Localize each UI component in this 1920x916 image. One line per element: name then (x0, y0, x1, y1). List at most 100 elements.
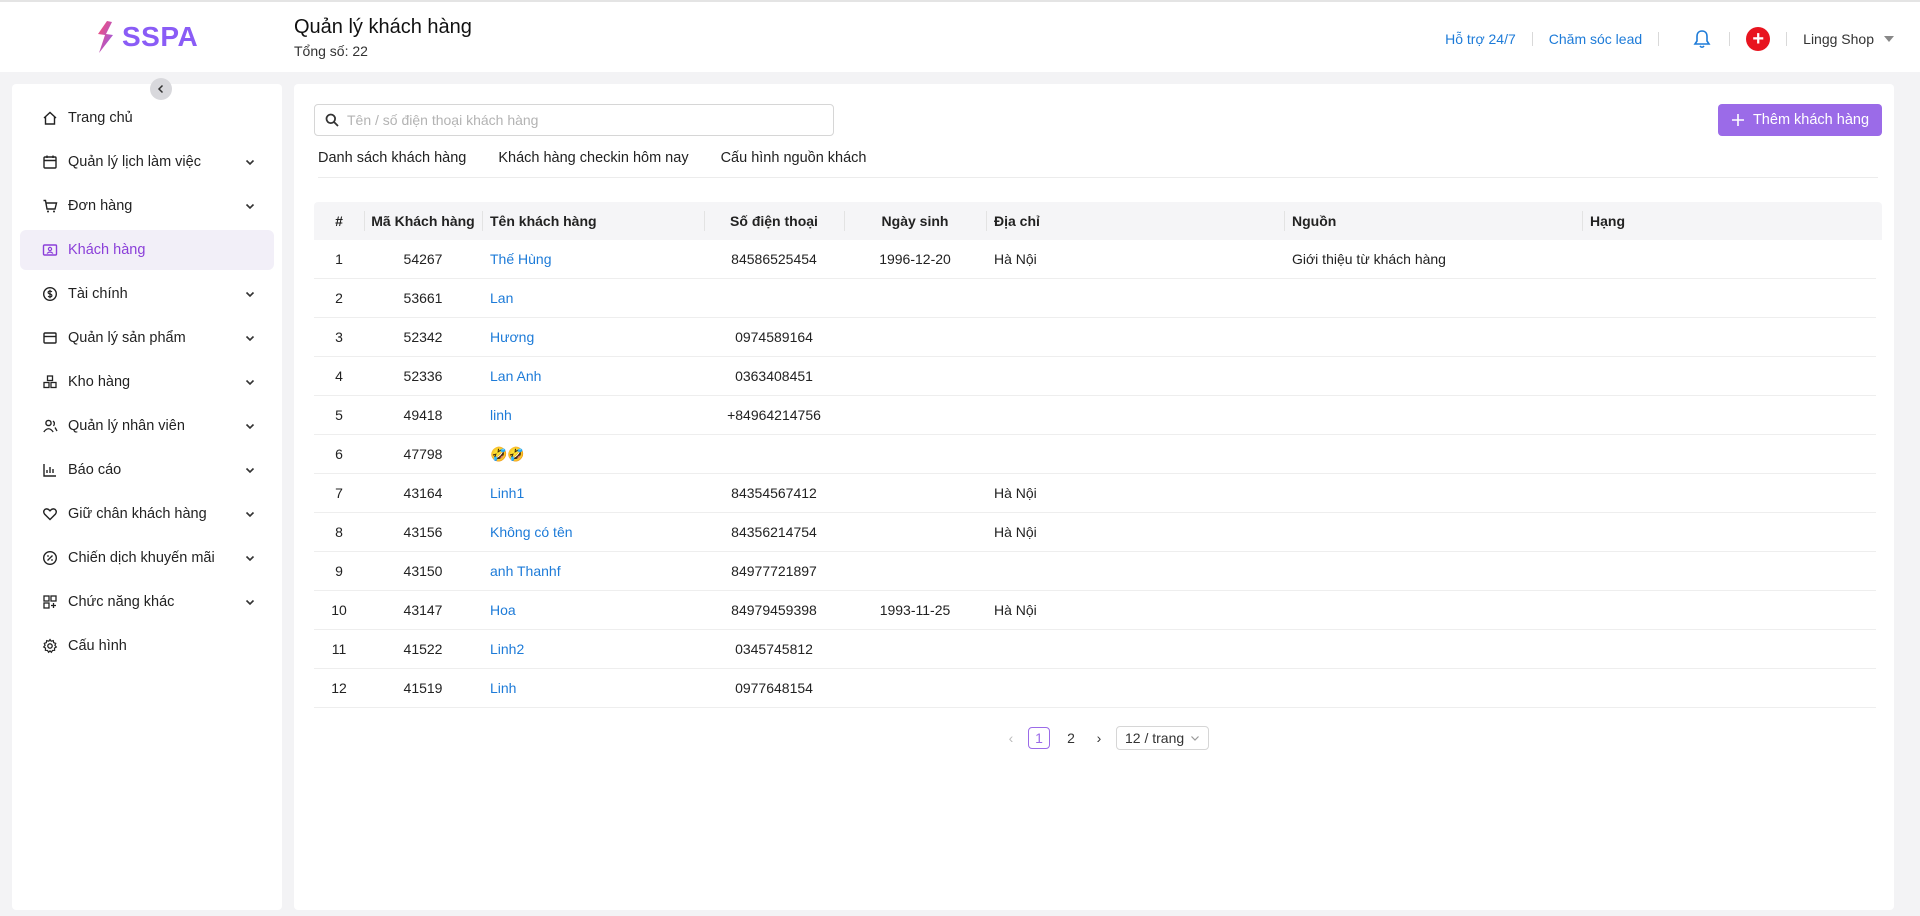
customer-name-link[interactable]: anh Thanhf (490, 563, 561, 579)
table-row[interactable]: 4 52336 Lan Anh 0363408451 (314, 357, 1876, 396)
customer-name-link[interactable]: Linh2 (490, 641, 524, 657)
next-page-icon[interactable]: › (1092, 730, 1106, 746)
page-1-button[interactable]: 1 (1028, 727, 1050, 749)
table-row[interactable]: 6 47798 🤣🤣 (314, 435, 1876, 474)
tab-checkin-today[interactable]: Khách hàng checkin hôm nay (498, 150, 688, 178)
tab-label: Khách hàng checkin hôm nay (498, 150, 689, 166)
cell-code: 52336 (403, 368, 443, 384)
sidebar-item-5[interactable]: Quản lý sản phẩm (20, 318, 274, 358)
sidebar-item-3[interactable]: Khách hàng (20, 230, 274, 270)
table-row[interactable]: 12 41519 Linh 0977648154 (314, 669, 1876, 708)
total-count: Tổng số: 22 (294, 43, 368, 59)
sidebar-item-label: Quản lý sản phẩm (68, 330, 186, 346)
brand-logo[interactable]: SSPA (94, 20, 198, 54)
top-header: SSPA Quản lý khách hàng Tổng số: 22 Hỗ t… (0, 0, 1920, 72)
cell-phone: 84586525454 (731, 251, 817, 267)
cell-code: 53661 (403, 290, 443, 306)
chevron-down-icon[interactable] (244, 332, 256, 344)
table-row[interactable]: 7 43164 Linh1 84354567412 Hà Nội (314, 474, 1876, 513)
chevron-down-icon[interactable] (244, 156, 256, 168)
heart-icon (43, 508, 57, 521)
prev-page-icon[interactable]: ‹ (1004, 730, 1018, 746)
chevron-down-icon[interactable] (244, 420, 256, 432)
shop-selector[interactable]: Lingg Shop (1803, 31, 1894, 47)
customer-name-link[interactable]: Lan Anh (490, 368, 541, 384)
sidebar-item-4[interactable]: Tài chính (20, 274, 274, 314)
chevron-down-icon[interactable] (244, 596, 256, 608)
tab-bar: Danh sách khách hàng Khách hàng checkin … (318, 150, 1878, 178)
col-address: Địa chỉ (986, 211, 1284, 231)
sidebar-item-6[interactable]: Kho hàng (20, 362, 274, 402)
customer-name-link[interactable]: Không có tên (490, 524, 573, 540)
cell-phone: 0363408451 (735, 368, 813, 384)
table-row[interactable]: 2 53661 Lan (314, 279, 1876, 318)
table-row[interactable]: 8 43156 Không có tên 84356214754 Hà Nội (314, 513, 1876, 552)
table-row[interactable]: 9 43150 anh Thanhf 84977721897 (314, 552, 1876, 591)
table-row[interactable]: 10 43147 Hoa 84979459398 1993-11-25 Hà Nội (314, 591, 1876, 630)
sidebar-item-label: Quản lý nhân viên (68, 418, 185, 434)
warehouse-icon (43, 375, 57, 389)
cell-name: Không có tên (482, 524, 704, 540)
cell-index: 1 (335, 251, 343, 267)
divider (1729, 32, 1731, 46)
table-row[interactable]: 11 41522 Linh2 0345745812 (314, 630, 1876, 669)
cell-index: 7 (335, 485, 343, 501)
page-2-button[interactable]: 2 (1060, 727, 1082, 749)
customer-name-link[interactable]: Linh (490, 680, 516, 696)
sidebar-item-1[interactable]: Quản lý lịch làm việc (20, 142, 274, 182)
sidebar-item-2[interactable]: Đơn hàng (20, 186, 274, 226)
sidebar-item-7[interactable]: Quản lý nhân viên (20, 406, 274, 446)
cell-name: Lan Anh (482, 368, 704, 384)
cell-code: 41522 (403, 641, 443, 657)
chevron-down-icon[interactable] (244, 464, 256, 476)
caret-down-icon (1884, 36, 1894, 42)
customer-name-link[interactable]: Thế Hùng (490, 251, 551, 267)
cell-birthday: 1993-11-25 (879, 602, 951, 618)
page-size-value: 12 / trang (1125, 730, 1185, 746)
customer-name-link[interactable]: Linh1 (490, 485, 524, 501)
search-box[interactable] (314, 104, 834, 136)
customer-name-link[interactable]: linh (490, 407, 512, 423)
table-row[interactable]: 1 54267 Thế Hùng 84586525454 1996-12-20 Hà Nộ… (314, 240, 1876, 279)
chevron-down-icon[interactable] (244, 288, 256, 300)
customer-name-link[interactable]: Hương (490, 329, 534, 345)
chevron-down-icon[interactable] (244, 552, 256, 564)
table-row[interactable]: 3 52342 Hương 0974589164 (314, 318, 1876, 357)
bell-icon[interactable] (1693, 29, 1711, 49)
cell-name: Hương (482, 329, 704, 345)
sidebar-item-12[interactable]: Cấu hình (20, 626, 274, 666)
sidebar-item-label: Cấu hình (68, 638, 127, 654)
cell-birthday: 1996-12-20 (879, 251, 951, 267)
cell-index: 8 (335, 524, 343, 540)
tab-source-config[interactable]: Cấu hình nguồn khách (721, 150, 867, 178)
search-input[interactable] (347, 112, 827, 128)
sidebar-item-10[interactable]: Chiến dịch khuyến mãi (20, 538, 274, 578)
tab-customer-list[interactable]: Danh sách khách hàng (318, 150, 466, 178)
sidebar-item-11[interactable]: Chức năng khác (20, 582, 274, 622)
table-row[interactable]: 5 49418 linh +84964214756 (314, 396, 1876, 435)
sidebar-item-0[interactable]: Trang chủ (20, 98, 274, 138)
chevron-down-icon[interactable] (244, 376, 256, 388)
page-size-select[interactable]: 12 / trang (1116, 726, 1210, 750)
collapse-sidebar-button[interactable] (150, 78, 172, 100)
plus-icon (1731, 114, 1744, 126)
sidebar-item-9[interactable]: Giữ chân khách hàng (20, 494, 274, 534)
col-phone: Số điện thoại (704, 211, 844, 231)
customer-name-link[interactable]: Lan (490, 290, 513, 306)
cell-index: 6 (335, 446, 343, 462)
cell-index: 12 (331, 680, 347, 696)
add-customer-button[interactable]: Thêm khách hàng (1718, 104, 1882, 136)
cell-phone: 84977721897 (731, 563, 817, 579)
customer-name-link[interactable]: 🤣🤣 (490, 446, 525, 462)
quick-add-icon[interactable]: + (1746, 27, 1771, 51)
sidebar-item-8[interactable]: Báo cáo (20, 450, 274, 490)
chevron-down-icon[interactable] (244, 200, 256, 212)
lead-care-link[interactable]: Chăm sóc lead (1549, 31, 1642, 47)
cell-address: Hà Nội (994, 251, 1037, 267)
cell-phone: +84964214756 (727, 407, 821, 423)
customer-name-link[interactable]: Hoa (490, 602, 516, 618)
chevron-down-icon[interactable] (244, 508, 256, 520)
cell-code: 47798 (403, 446, 443, 462)
support-link[interactable]: Hỗ trợ 24/7 (1445, 31, 1516, 47)
sidebar-item-label: Khách hàng (68, 242, 146, 258)
